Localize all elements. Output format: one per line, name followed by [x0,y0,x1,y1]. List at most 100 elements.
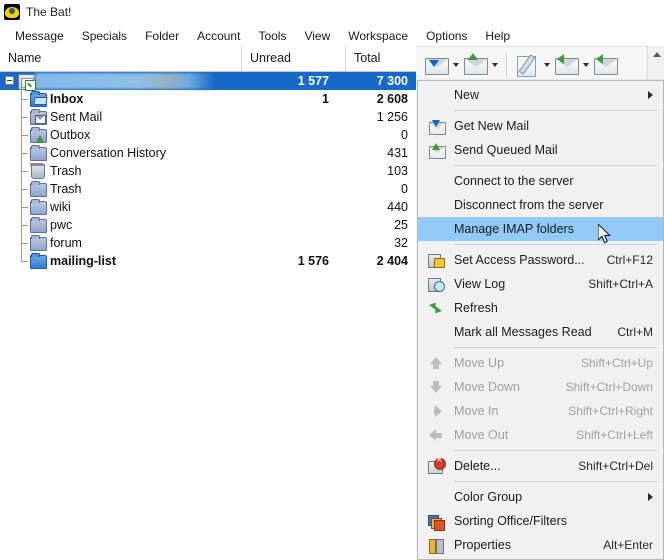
folder-icon [30,235,47,251]
tree-row-unread [241,198,337,216]
menu-item-specials[interactable]: Specials [73,26,136,46]
context-menu-item-view-log[interactable]: View Log Shift+Ctrl+A [418,272,663,296]
reply-dropdown-icon[interactable] [580,51,591,79]
tree-row-unread [241,216,337,234]
send-queued-mail-button[interactable] [461,51,489,79]
tree-row-unread [241,108,337,126]
send-queued-mail-dropdown-icon[interactable] [489,51,500,79]
get-new-mail-button[interactable] [422,51,450,79]
tree-row-label: Outbox [50,128,91,142]
sorting-office-icon [428,513,445,531]
tree-row-total: 25 [394,218,408,232]
folder-icon [30,217,47,233]
context-menu-label: Manage IMAP folders [454,222,574,236]
context-menu-item-color-group[interactable]: Color Group [418,485,663,509]
context-menu-item-connect-to-the-server[interactable]: Connect to the server [418,169,663,193]
tree-row-label: Trash [50,164,82,178]
context-menu-item-send-queued-mail[interactable]: Send Queued Mail [418,138,663,162]
context-menu-item-move-up: Move Up Shift+Ctrl+Up [418,351,663,375]
context-menu-shortcut: Alt+Enter [603,538,653,552]
menu-item-tools[interactable]: Tools [249,26,295,46]
tree-row-inbox[interactable]: Inbox 1 2 608 [0,90,416,108]
outbox-folder-icon [30,127,47,143]
folder-blue-icon [30,253,47,269]
scroll-up-button[interactable] [648,46,664,63]
context-menu-item-manage-imap-folders[interactable]: Manage IMAP folders [418,217,663,241]
new-message-dropdown-icon[interactable] [541,51,552,79]
context-menu-item-sorting-office-filters[interactable]: Sorting Office/Filters [418,509,663,533]
arrow-up-icon [428,355,445,371]
submenu-arrow-icon [648,91,653,99]
tree-row-total: 431 [387,146,408,160]
application-window: The Bat! Message Specials Folder Account… [0,0,664,560]
menu-item-options[interactable]: Options [417,26,476,46]
context-menu-item-properties[interactable]: Properties Alt+Enter [418,533,663,557]
folder-list-header: Name Unread Total [0,46,416,72]
context-menu-label: Sorting Office/Filters [454,514,568,528]
context-menu-label: Move Out [454,428,509,442]
arrow-left-icon [428,427,445,443]
title-bar: The Bat! [0,0,664,23]
reply-button[interactable] [552,51,580,79]
tree-row-trash[interactable]: Trash 103 [0,162,416,180]
window-title: The Bat! [26,4,72,19]
menu-separator [454,450,657,451]
tree-row-total: 103 [387,164,408,178]
envelope-up-arrow-icon [428,142,446,159]
context-menu-label: Connect to the server [454,174,574,188]
folder-tree[interactable]: 1 577 7 300 Inbox 1 2 608 Sent Mail 1 25… [0,72,416,548]
column-header-total[interactable]: Total [345,46,416,71]
tree-row-unread [241,144,337,162]
context-menu-label: New [454,88,480,102]
account-context-menu: New Get New Mail Send Queued Mail Connec… [417,80,664,560]
menu-item-folder[interactable]: Folder [136,26,188,46]
arrow-down-icon [428,379,445,395]
tree-expander-collapse-icon[interactable] [5,76,14,85]
tree-row-label: forum [50,236,82,250]
tree-row-account[interactable]: 1 577 7 300 [0,72,416,91]
menu-item-message[interactable]: Message [6,26,73,46]
tree-row-label: Sent Mail [50,110,103,124]
context-menu-item-disconnect-from-the-server[interactable]: Disconnect from the server [418,193,663,217]
menu-item-workspace[interactable]: Workspace [339,26,417,46]
delete-folder-icon [428,455,446,474]
column-header-unread[interactable]: Unread [241,46,345,71]
context-menu-label: Disconnect from the server [454,198,604,212]
trash-icon [30,163,46,179]
context-menu-label: Refresh [454,301,498,315]
tree-row-mailing-list[interactable]: mailing-list 1 576 2 404 [0,252,416,270]
tree-row-total: 7 300 [376,74,408,88]
inbox-folder-icon [30,91,48,107]
tree-row-pwc[interactable]: pwc 25 [0,216,416,234]
context-menu-item-refresh[interactable]: Refresh [418,296,663,320]
reply-all-button[interactable] [591,51,619,79]
context-menu-label: Get New Mail [454,119,530,133]
context-menu-item-get-new-mail[interactable]: Get New Mail [418,114,663,138]
context-menu-item-move-in: Move In Shift+Ctrl+Right [418,399,663,423]
tree-row-unread: 1 576 [297,254,329,268]
context-menu-item-mark-all-messages-read[interactable]: Mark all Messages Read Ctrl+M [418,320,663,344]
context-menu-label: Mark all Messages Read [454,325,592,339]
context-menu-shortcut: Shift+Ctrl+Left [576,428,653,442]
tree-row-trash-imap[interactable]: Trash 0 [0,180,416,198]
context-menu-item-set-access-password[interactable]: Set Access Password... Ctrl+F12 [418,248,663,272]
get-new-mail-dropdown-icon[interactable] [450,51,461,79]
context-menu-item-new[interactable]: New [418,83,663,107]
menu-separator [454,165,657,166]
tree-row-outbox[interactable]: Outbox 0 [0,126,416,144]
context-menu-shortcut: Shift+Ctrl+A [588,277,653,291]
menu-item-view[interactable]: View [295,26,339,46]
tree-row-label: mailing-list [50,254,116,268]
redacted-account-name [35,73,215,89]
new-message-button[interactable] [513,51,541,79]
menu-item-help[interactable]: Help [476,26,519,46]
tree-row-conversation-history[interactable]: Conversation History 431 [0,144,416,162]
column-header-name[interactable]: Name [0,46,241,71]
tree-row-sent-mail[interactable]: Sent Mail 1 256 [0,108,416,126]
tree-row-wiki[interactable]: wiki 440 [0,198,416,216]
tree-row-forum[interactable]: forum 32 [0,234,416,252]
menu-item-account[interactable]: Account [188,26,249,46]
refresh-icon [428,300,445,316]
context-menu-item-delete[interactable]: Delete... Shift+Ctrl+Del [418,454,663,478]
context-menu-shortcut: Shift+Ctrl+Del [578,459,653,473]
